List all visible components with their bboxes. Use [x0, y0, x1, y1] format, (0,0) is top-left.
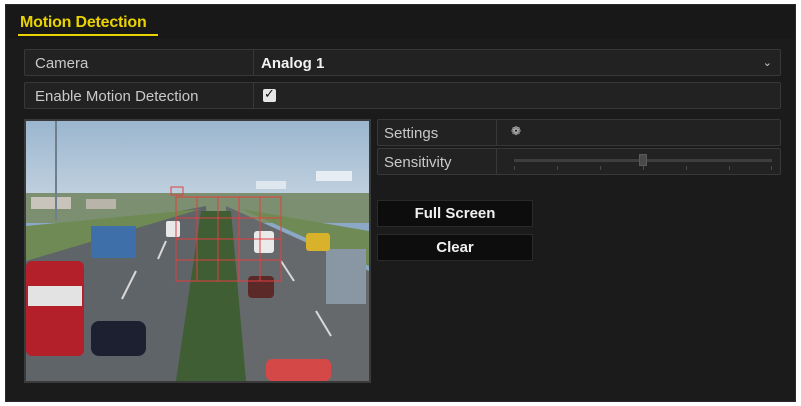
sensitivity-row: Sensitivity	[377, 148, 781, 175]
title-underline	[18, 34, 158, 36]
enable-motion-row: Enable Motion Detection ✓	[24, 82, 781, 109]
row-divider	[496, 149, 497, 174]
row-divider	[496, 120, 497, 145]
enable-motion-label: Enable Motion Detection	[35, 88, 199, 105]
camera-select[interactable]: Camera Analog 1 ⌄	[24, 49, 781, 76]
sensitivity-slider-ticks	[514, 166, 772, 170]
full-screen-button[interactable]: Full Screen	[377, 200, 533, 227]
gear-icon[interactable]: ❁	[511, 124, 521, 138]
settings-row: Settings ❁	[377, 119, 781, 146]
settings-label: Settings	[384, 125, 439, 142]
checkmark-icon: ✓	[264, 86, 275, 101]
page-title: Motion Detection	[20, 14, 147, 31]
row-divider	[253, 83, 254, 108]
clear-button[interactable]: Clear	[377, 234, 533, 261]
chevron-down-icon[interactable]: ⌄	[763, 56, 772, 69]
camera-preview[interactable]	[24, 119, 371, 383]
row-divider	[253, 50, 254, 75]
camera-preview-image	[26, 121, 369, 381]
camera-label: Camera	[35, 55, 89, 72]
motion-detection-panel: Motion Detection Camera Analog 1 ⌄ Enabl…	[5, 4, 796, 402]
camera-value: Analog 1	[261, 55, 325, 72]
enable-motion-checkbox[interactable]: ✓	[263, 86, 276, 102]
title-bar: Motion Detection	[6, 5, 795, 39]
sensitivity-slider-handle[interactable]	[639, 154, 647, 166]
sensitivity-label: Sensitivity	[384, 154, 452, 171]
